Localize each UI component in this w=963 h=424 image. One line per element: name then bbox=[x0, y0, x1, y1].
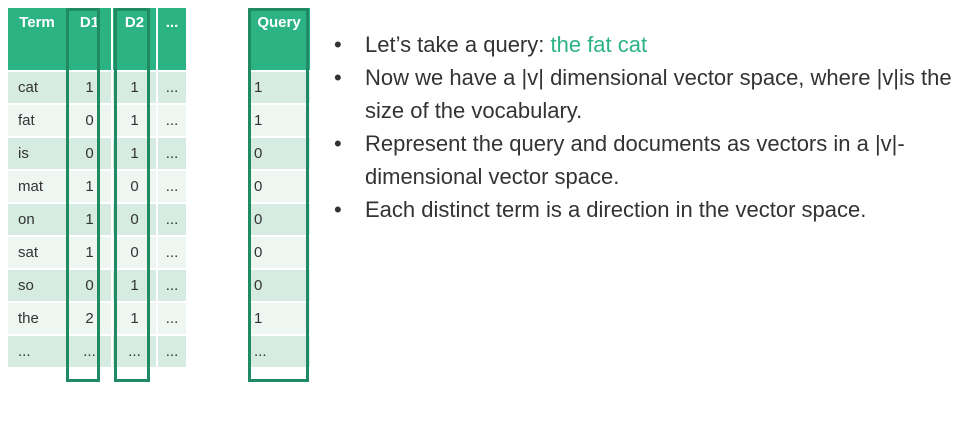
more-cell: ... bbox=[158, 204, 188, 237]
query-column-highlight bbox=[248, 8, 309, 382]
term-cell: is bbox=[8, 138, 68, 171]
query-highlight-text: the fat cat bbox=[550, 32, 648, 57]
more-cell: ... bbox=[158, 72, 188, 105]
bullet-text: Now we have a |v| dimensional vector spa… bbox=[365, 65, 952, 123]
term-cell: on bbox=[8, 204, 68, 237]
bullet-text: Let’s take a query: bbox=[365, 32, 551, 57]
term-cell: so bbox=[8, 270, 68, 303]
bullet-list: • Let’s take a query: the fat cat • Now we… bbox=[332, 28, 957, 226]
more-cell: ... bbox=[158, 303, 188, 336]
bullet-dot-icon: • bbox=[334, 131, 342, 156]
d1-column-highlight bbox=[66, 8, 100, 382]
bullet-dot-icon: • bbox=[334, 65, 342, 90]
more-cell: ... bbox=[158, 138, 188, 171]
term-cell: cat bbox=[8, 72, 68, 105]
bullet-text: Each distinct term is a direction in the… bbox=[365, 197, 867, 222]
term-cell: ... bbox=[8, 336, 68, 369]
bullet-item: • Represent the query and documents as ve… bbox=[332, 127, 957, 193]
bullet-dot-icon: • bbox=[334, 32, 342, 57]
more-cell: ... bbox=[158, 105, 188, 138]
bullet-text: Represent the query and documents as vec… bbox=[365, 131, 905, 189]
bullet-item: • Now we have a |v| dimensional vector sp… bbox=[332, 61, 957, 127]
more-cell: ... bbox=[158, 270, 188, 303]
term-cell: the bbox=[8, 303, 68, 336]
term-cell: sat bbox=[8, 237, 68, 270]
more-cell: ... bbox=[158, 336, 188, 369]
bullet-dot-icon: • bbox=[334, 197, 342, 222]
d2-column-highlight bbox=[114, 8, 150, 382]
header-more: ... bbox=[158, 8, 188, 72]
header-term: Term bbox=[8, 8, 68, 72]
term-cell: mat bbox=[8, 171, 68, 204]
more-cell: ... bbox=[158, 237, 188, 270]
bullet-item: • Each distinct term is a direction in th… bbox=[332, 193, 957, 226]
term-cell: fat bbox=[8, 105, 68, 138]
more-cell: ... bbox=[158, 171, 188, 204]
bullet-item: • Let’s take a query: the fat cat bbox=[332, 28, 957, 61]
